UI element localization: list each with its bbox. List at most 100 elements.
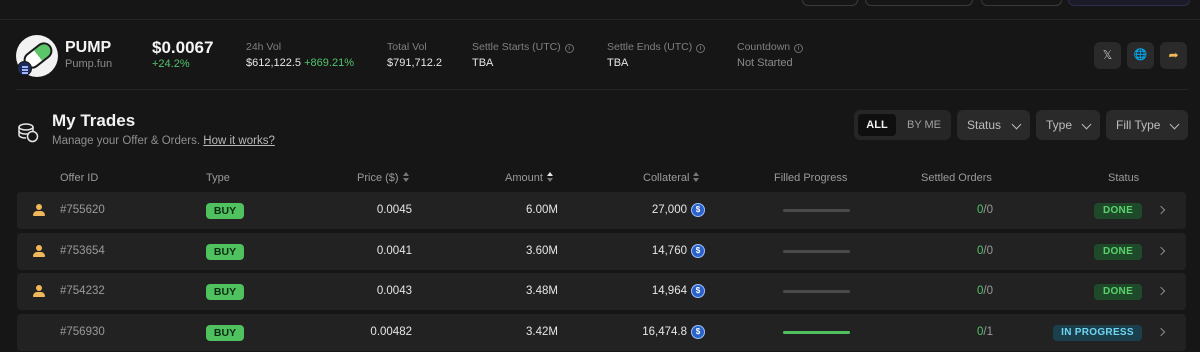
col-settled-orders: Settled Orders: [921, 172, 992, 184]
offer-id: #755620: [60, 204, 105, 216]
share-icon[interactable]: ➦: [1160, 42, 1187, 69]
filter-by-me-button[interactable]: BY ME: [902, 114, 946, 136]
total-vol-label: Total Vol: [387, 41, 427, 53]
settle-ends-value: TBA: [607, 57, 629, 69]
settled-orders-cell: 0/1: [977, 326, 993, 338]
countdown-value: Not Started: [737, 57, 793, 69]
x-social-icon[interactable]: 𝕏: [1094, 42, 1121, 69]
user-icon: [33, 204, 45, 216]
filter-all-button[interactable]: ALL: [858, 114, 896, 136]
col-offer-id: Offer ID: [60, 172, 99, 184]
col-amount[interactable]: Amount: [505, 172, 554, 184]
filled-progress-bar: [783, 209, 850, 212]
amount-cell: 6.00M: [526, 204, 558, 216]
chevron-down-icon: [1081, 119, 1092, 130]
table-row[interactable]: #756930 BUY 0.00482 3.42M 16,474.8 $ 0/1…: [17, 314, 1186, 351]
status-dropdown[interactable]: Status: [957, 110, 1030, 140]
chevron-right-icon[interactable]: [1156, 286, 1166, 296]
status-badge: IN PROGRESS: [1053, 325, 1142, 341]
info-icon[interactable]: i: [794, 44, 804, 53]
vol24h-amount: $612,122.5: [246, 57, 302, 69]
type-badge: BUY: [206, 244, 244, 260]
countdown-text: Countdown: [737, 41, 791, 53]
settled-total: /0: [983, 204, 993, 216]
sort-icon: [402, 172, 410, 182]
price-cell: 0.0043: [376, 285, 412, 297]
vol24h-change: +869.21%: [304, 57, 354, 69]
info-icon[interactable]: i: [564, 44, 574, 53]
owner-filter-toggle: ALL BY ME: [854, 110, 951, 140]
section-subtitle-text: Manage your Offer & Orders.: [52, 135, 201, 147]
table-row[interactable]: #753654 BUY 0.0041 3.60M 14,760 $ 0/0 DO…: [17, 233, 1186, 270]
filled-progress-bar: [783, 290, 850, 293]
collateral-cell: 16,474.8: [642, 326, 687, 338]
user-icon: [33, 245, 45, 257]
top-button-1[interactable]: [802, 0, 858, 6]
vol24h-value: $612,122.5 +869.21%: [246, 57, 354, 69]
token-name: Pump.fun: [65, 58, 113, 70]
token-symbol: PUMP: [65, 39, 112, 56]
chevron-down-icon: [1011, 119, 1022, 130]
settle-ends-label: Settle Ends (UTC) i: [607, 41, 706, 53]
sort-desc-icon: [546, 172, 554, 182]
info-icon[interactable]: i: [696, 44, 706, 53]
section-title: My Trades: [52, 111, 136, 130]
offer-id: #753654: [60, 245, 105, 257]
settled-total: /0: [983, 245, 993, 257]
status-badge: DONE: [1094, 203, 1142, 219]
usdc-coin-icon: $: [691, 244, 705, 258]
table-row[interactable]: #755620 BUY 0.0045 6.00M 27,000 $ 0/0 DO…: [17, 192, 1186, 229]
settle-ends-text: Settle Ends (UTC): [607, 41, 693, 53]
top-bar: [0, 0, 1200, 20]
table-row[interactable]: #754232 BUY 0.0043 3.48M 14,964 $ 0/0 DO…: [17, 273, 1186, 310]
chevron-right-icon[interactable]: [1156, 246, 1166, 256]
col-collateral-label: Collateral: [643, 172, 690, 184]
user-icon: [33, 285, 45, 297]
col-collateral[interactable]: Collateral: [643, 172, 700, 184]
how-it-works-link[interactable]: How it works?: [203, 135, 275, 147]
price-cell: 0.00482: [370, 326, 412, 338]
section-subtitle: Manage your Offer & Orders. How it works…: [52, 135, 275, 147]
amount-cell: 3.48M: [526, 285, 558, 297]
top-button-2[interactable]: [865, 0, 973, 6]
col-price[interactable]: Price ($): [357, 172, 410, 184]
website-icon[interactable]: 🌐: [1127, 42, 1154, 69]
amount-cell: 3.60M: [526, 245, 558, 257]
fill-type-dropdown[interactable]: Fill Type: [1106, 110, 1188, 140]
usdc-coin-icon: $: [691, 284, 705, 298]
progress-fill: [783, 331, 850, 334]
col-amount-label: Amount: [505, 172, 543, 184]
chevron-down-icon: [1169, 119, 1180, 130]
top-button-3[interactable]: [981, 0, 1062, 6]
token-price: $0.0067: [152, 38, 214, 57]
col-filled-progress: Filled Progress: [774, 172, 848, 184]
status-badge: DONE: [1094, 284, 1142, 300]
chevron-right-icon[interactable]: [1156, 205, 1166, 215]
col-status: Status: [1108, 172, 1140, 184]
settled-total: /0: [983, 285, 993, 297]
usdc-coin-icon: $: [691, 325, 705, 339]
settled-orders-cell: 0/0: [977, 204, 993, 216]
collateral-cell: 27,000: [651, 204, 687, 216]
chevron-right-icon[interactable]: [1156, 327, 1166, 337]
chain-badge-icon: [17, 61, 32, 76]
usdc-coin-icon: $: [691, 203, 705, 217]
type-dropdown[interactable]: Type: [1036, 110, 1100, 140]
fill-type-dropdown-label: Fill Type: [1116, 118, 1161, 132]
status-dropdown-label: Status: [967, 118, 1002, 132]
collateral-cell: 14,760: [651, 245, 687, 257]
coins-stack-icon: [18, 123, 39, 143]
amount-cell: 3.42M: [526, 326, 558, 338]
filled-progress-bar: [783, 250, 850, 253]
col-type: Type: [206, 172, 230, 184]
col-price-label: Price ($): [357, 172, 399, 184]
type-badge: BUY: [206, 203, 244, 219]
top-button-4[interactable]: [1068, 0, 1190, 6]
vol24h-label: 24h Vol: [246, 41, 282, 53]
type-badge: BUY: [206, 325, 244, 341]
offer-id: #754232: [60, 285, 105, 297]
header-divider: [16, 89, 1188, 90]
settled-total: /1: [983, 326, 993, 338]
collateral-cell: 14,964: [651, 285, 687, 297]
settle-starts-label: Settle Starts (UTC) i: [472, 41, 574, 53]
